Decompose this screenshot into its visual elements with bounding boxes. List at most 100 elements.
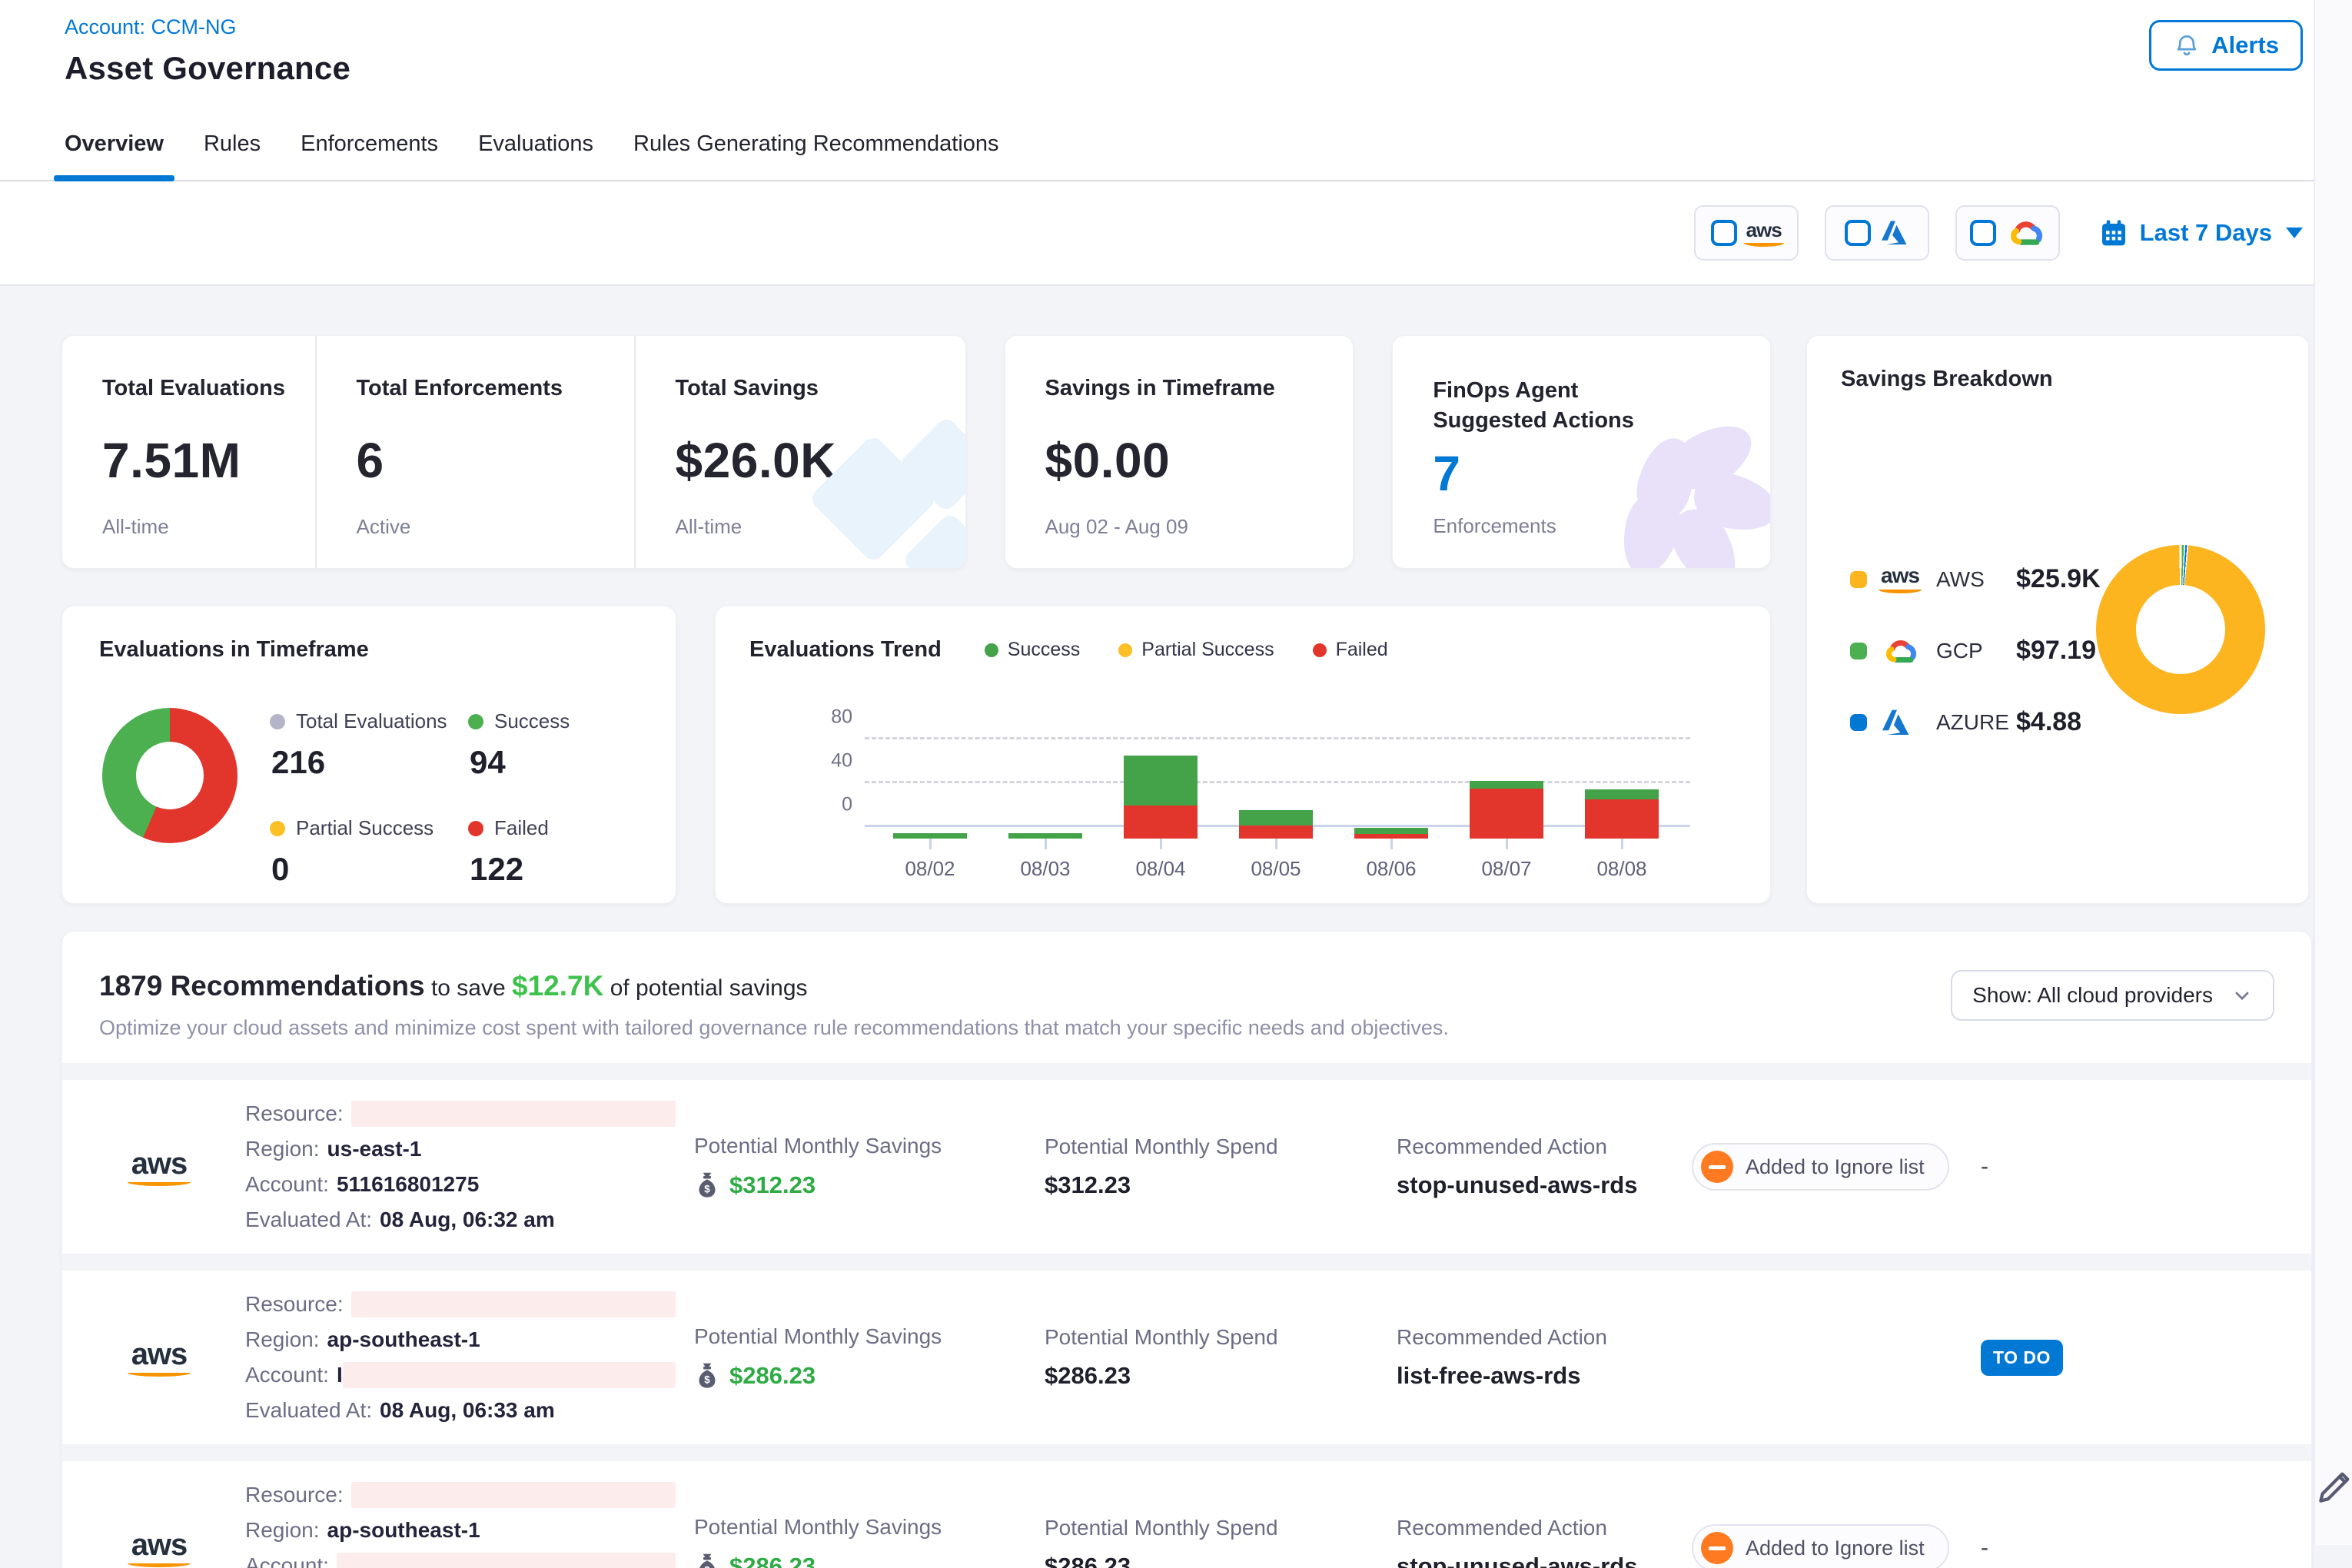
evaluated-at-value: 08 Aug, 06:33 am: [380, 1398, 555, 1423]
savings-breakdown-title: Savings Breakdown: [1841, 367, 2308, 392]
evaluations-legend: Total Evaluations 216 Success 94 Partial…: [270, 709, 570, 888]
legend-partial-success[interactable]: Partial Success: [1118, 639, 1274, 661]
legend-label: Failed: [494, 816, 549, 840]
recommendations-heading: 1879 Recommendations to save $12.7K of p…: [99, 970, 1449, 1002]
x-axis-tick-label: 08/06: [1366, 857, 1416, 881]
recommendation-row[interactable]: aws Resource: Region:ap-southeast-1 Acco…: [62, 1461, 2311, 1568]
legend-value: 0: [271, 851, 468, 888]
trend-legend: Success Partial Success Failed: [985, 639, 1388, 661]
heading-text: to save: [431, 975, 506, 1001]
success-dot: [468, 714, 483, 729]
savings-breakdown-donut-chart: [2096, 545, 2265, 714]
tab-rules-generating-recommendations[interactable]: Rules Generating Recommendations: [633, 108, 999, 180]
aws-logo-icon: aws: [131, 1530, 188, 1567]
savings-in-timeframe-subtitle: Aug 02 - Aug 09: [1045, 515, 1354, 539]
legend-label: Success: [1008, 639, 1080, 661]
success-dot: [985, 643, 998, 657]
legend-success[interactable]: Success: [985, 639, 1080, 661]
total-evaluations-value: 7.51M: [102, 432, 315, 489]
alerts-label: Alerts: [2211, 32, 2279, 59]
page-title: Asset Governance: [65, 50, 2306, 87]
aws-logo-icon: aws: [131, 1148, 188, 1186]
todo-badge[interactable]: TO DO: [1981, 1340, 2063, 1376]
tab-overview[interactable]: Overview: [65, 108, 164, 180]
evaluated-at-label: Evaluated At:: [245, 1208, 372, 1232]
provider-savings: $97.19: [2016, 636, 2096, 666]
gcp-logo-icon: [2005, 218, 2045, 248]
pencil-icon[interactable]: [2314, 1465, 2352, 1512]
scrollbar-gutter: [2314, 0, 2352, 1545]
total-savings-subtitle: All-time: [676, 515, 965, 539]
monthly-spend-value: $312.23: [1045, 1171, 1131, 1199]
bar-segment-success: [1008, 833, 1082, 839]
recommended-action-value: stop-unused-aws-rds: [1397, 1171, 1637, 1199]
gcp-filter-chip[interactable]: [1955, 205, 2060, 261]
account-breadcrumb-link[interactable]: Account: CCM-NG: [65, 15, 237, 39]
recommendations-panel: 1879 Recommendations to save $12.7K of p…: [61, 931, 2312, 1568]
tab-bar: Overview Rules Enforcements Evaluations …: [0, 108, 2352, 181]
evaluations-trend-title: Evaluations Trend: [749, 637, 942, 663]
recommendations-list: aws Resource: Region: us-east-1 Account: 5…: [62, 1063, 2311, 1568]
account-value: 511616801275: [337, 1172, 479, 1197]
provider-name: AWS: [1936, 567, 2016, 592]
legend-failed[interactable]: Failed: [1313, 639, 1388, 661]
x-axis-tick-label: 08/04: [1135, 857, 1185, 881]
tab-rules[interactable]: Rules: [204, 108, 261, 180]
resource-label: Resource:: [245, 1101, 344, 1126]
azure-logo-icon: [1880, 220, 1909, 246]
monthly-spend-value: $286.23: [1045, 1362, 1131, 1390]
cloud-provider-filter-dropdown[interactable]: Show: All cloud providers: [1951, 970, 2274, 1021]
legend-label: Partial Success: [1141, 639, 1274, 661]
trend-bar-group: 08/02: [872, 708, 988, 881]
recommendations-subtitle: Optimize your cloud assets and minimize …: [99, 1016, 1449, 1040]
status-dash: -: [1981, 1154, 2311, 1180]
tab-evaluations[interactable]: Evaluations: [478, 108, 593, 180]
region-value: us-east-1: [327, 1137, 422, 1161]
resource-label: Resource:: [245, 1292, 344, 1317]
savings-breakdown-card: Savings Breakdown aws AWS $25.9K: [1806, 335, 2309, 904]
evaluated-at-value: 08 Aug, 06:32 am: [380, 1208, 555, 1232]
gcp-checkbox[interactable]: [1970, 220, 1996, 246]
recommendation-row[interactable]: aws Resource: Region:ap-southeast-1 Acco…: [62, 1271, 2311, 1444]
evaluations-in-timeframe-card: Evaluations in Timeframe Total Evaluatio…: [61, 606, 676, 904]
account-label: Account:: [245, 1553, 329, 1568]
added-to-ignore-list-badge[interactable]: Added to Ignore list: [1692, 1524, 1949, 1568]
monthly-savings-label: Potential Monthly Savings: [694, 1324, 1045, 1349]
potential-savings-amount: $12.7K: [512, 970, 603, 1002]
tab-enforcements[interactable]: Enforcements: [301, 108, 438, 180]
total-evaluations-dot: [270, 714, 285, 729]
added-to-ignore-list-badge[interactable]: Added to Ignore list: [1692, 1143, 1949, 1191]
alerts-button[interactable]: Alerts: [2149, 20, 2303, 71]
page-header: Account: CCM-NG Asset Governance Alerts: [0, 0, 2352, 108]
region-label: Region:: [245, 1137, 320, 1161]
aws-checkbox[interactable]: [1711, 220, 1737, 246]
azure-filter-chip[interactable]: [1825, 205, 1929, 261]
region-value: ap-southeast-1: [327, 1327, 480, 1352]
legend-value: 122: [470, 851, 570, 888]
azure-logo-icon: [1881, 709, 1912, 736]
svg-text:$: $: [704, 1374, 710, 1386]
azure-checkbox[interactable]: [1845, 220, 1871, 246]
gcp-logo-icon: [1881, 636, 1919, 666]
account-value: I: [337, 1363, 343, 1387]
trend-bar-group: 08/06: [1334, 708, 1449, 881]
legend-label: Total Evaluations: [296, 709, 447, 733]
money-bag-icon: $: [694, 1171, 720, 1200]
recommendation-row[interactable]: aws Resource: Region:us-east-1 Account:5…: [62, 1080, 2311, 1254]
redacted-resource-value: [351, 1482, 676, 1508]
heading-text: of potential savings: [610, 975, 808, 1001]
date-range-label: Last 7 Days: [2140, 219, 2272, 247]
dropdown-label: Show: All cloud providers: [1972, 983, 2213, 1008]
recommended-action-value: stop-unused-aws-rds: [1397, 1553, 1637, 1568]
recommended-action-value: list-free-aws-rds: [1397, 1362, 1580, 1390]
failed-dot: [1313, 643, 1327, 657]
money-bag-icon: $: [694, 1552, 720, 1568]
aws-filter-chip[interactable]: aws: [1694, 205, 1799, 261]
breakdown-item-azure: AZURE $4.88: [1850, 707, 2308, 737]
region-value: ap-southeast-1: [327, 1518, 480, 1543]
main-content: Total Evaluations 7.51M All-time Total E…: [0, 286, 2312, 1568]
provider-savings: $25.9K: [2016, 564, 2101, 594]
monthly-savings-value: $286.23: [729, 1362, 816, 1390]
redacted-resource-value: [351, 1101, 676, 1127]
date-range-picker[interactable]: Last 7 Days: [2098, 218, 2303, 248]
